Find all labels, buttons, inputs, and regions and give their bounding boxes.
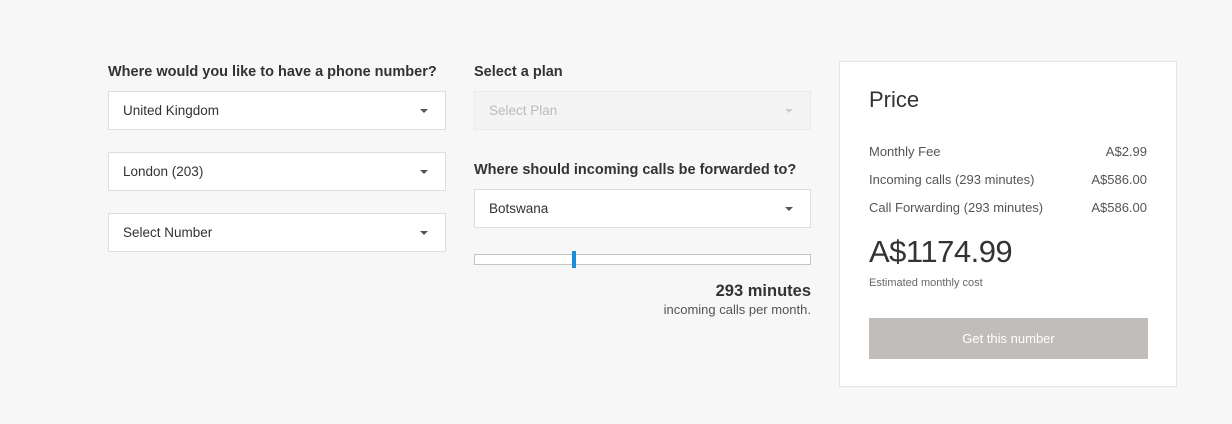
plan-select[interactable]: Select Plan xyxy=(474,91,811,130)
forward-country-select[interactable]: Botswana xyxy=(474,189,811,228)
get-this-number-button[interactable]: Get this number xyxy=(869,318,1148,359)
price-row-value: A$586.00 xyxy=(1091,172,1147,187)
price-row-incoming-calls: Incoming calls (293 minutes) A$586.00 xyxy=(869,172,1147,187)
city-select[interactable]: London (203) xyxy=(108,152,446,191)
minutes-caption: incoming calls per month. xyxy=(663,302,811,317)
price-row-monthly-fee: Monthly Fee A$2.99 xyxy=(869,144,1147,159)
plan-select-placeholder: Select Plan xyxy=(489,103,558,118)
price-row-label: Incoming calls (293 minutes) xyxy=(869,172,1035,187)
city-select-value: London (203) xyxy=(123,164,204,179)
chevron-down-icon xyxy=(420,231,428,235)
minutes-value: 293 minutes xyxy=(715,282,811,300)
phone-number-question: Where would you like to have a phone num… xyxy=(108,64,437,80)
country-select[interactable]: United Kingdom xyxy=(108,91,446,130)
country-select-value: United Kingdom xyxy=(123,103,220,118)
price-title: Price xyxy=(869,87,920,112)
price-row-label: Call Forwarding (293 minutes) xyxy=(869,200,1044,215)
plan-label: Select a plan xyxy=(474,64,563,80)
minutes-slider[interactable] xyxy=(474,251,811,268)
number-select[interactable]: Select Number xyxy=(108,213,446,252)
forward-label: Where should incoming calls be forwarded… xyxy=(474,162,797,178)
total-caption: Estimated monthly cost xyxy=(869,277,983,289)
price-row-call-forwarding: Call Forwarding (293 minutes) A$586.00 xyxy=(869,200,1147,215)
price-row-label: Monthly Fee xyxy=(869,144,941,159)
chevron-down-icon xyxy=(420,109,428,113)
forward-country-value: Botswana xyxy=(489,201,549,216)
slider-handle[interactable] xyxy=(572,251,576,268)
chevron-down-icon xyxy=(420,170,428,174)
price-row-value: A$586.00 xyxy=(1091,200,1147,215)
total-price: A$1174.99 xyxy=(869,234,1013,269)
price-card: Price Monthly Fee A$2.99 Incoming calls … xyxy=(839,61,1177,387)
price-row-value: A$2.99 xyxy=(1105,144,1147,159)
number-select-value: Select Number xyxy=(123,225,213,240)
chevron-down-icon xyxy=(785,109,793,113)
chevron-down-icon xyxy=(785,207,793,211)
minutes-readout: 293 minutes incoming calls per month. xyxy=(664,282,811,319)
